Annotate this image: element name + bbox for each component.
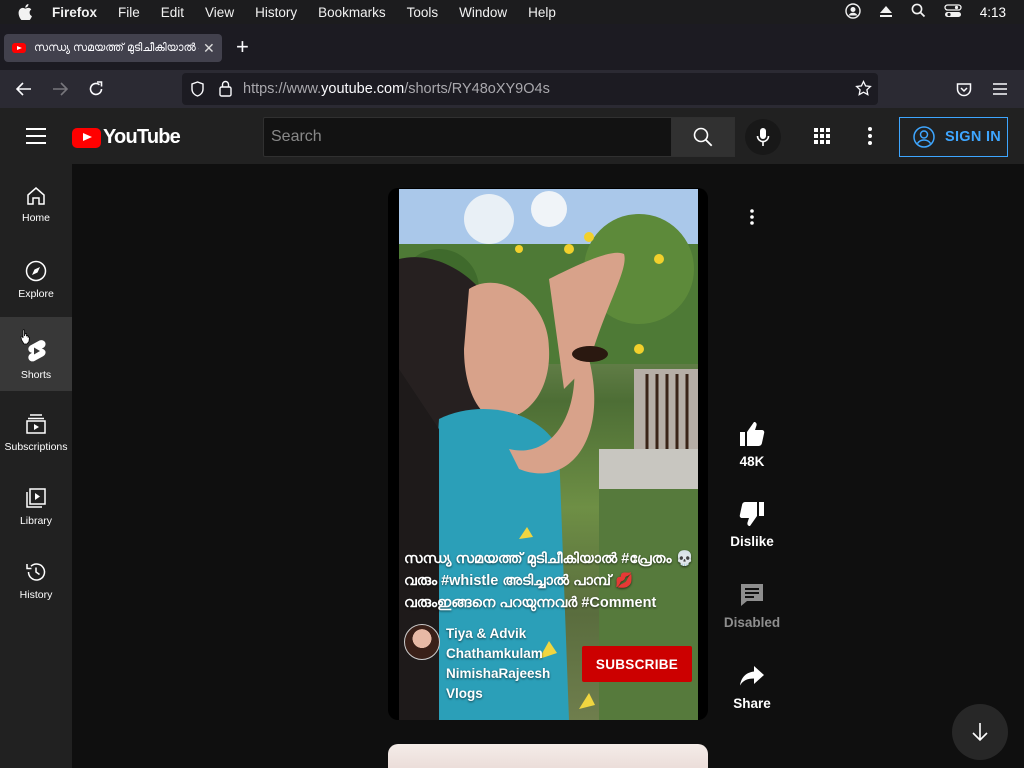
- sidebar-item-label: Home: [21, 212, 50, 224]
- sidebar-item-library[interactable]: Library: [0, 465, 72, 539]
- apple-icon[interactable]: [18, 4, 36, 20]
- control-center-icon[interactable]: [944, 3, 962, 21]
- tab-youtube-short[interactable]: സന്ധ്യ സമയത്ത് മുടിചീകിയാൽ # ✕: [4, 34, 222, 62]
- sidebar-item-subscriptions[interactable]: Subscriptions: [0, 391, 72, 465]
- sidebar-item-label: Library: [19, 515, 53, 527]
- sidebar-item-shorts[interactable]: Shorts: [0, 317, 72, 391]
- app-menu-hamburger-icon[interactable]: [989, 78, 1011, 100]
- account-circle-icon: [913, 126, 935, 148]
- menu-view[interactable]: View: [205, 5, 234, 20]
- compass-icon: [25, 260, 47, 282]
- voice-search-button[interactable]: [745, 119, 781, 155]
- share-button[interactable]: Share: [722, 662, 782, 711]
- next-short-button[interactable]: [952, 704, 1008, 760]
- menu-history[interactable]: History: [255, 5, 297, 20]
- youtube-header: YouTube SIGN IN: [0, 108, 1024, 164]
- guide-menu-icon[interactable]: [26, 128, 46, 149]
- sidebar-item-label: History: [19, 589, 53, 601]
- bookmark-star-icon[interactable]: [855, 79, 872, 102]
- thumbs-up-icon: [740, 422, 765, 446]
- search-button[interactable]: [671, 117, 735, 157]
- dislike-button[interactable]: Dislike: [722, 500, 782, 549]
- tracking-protection-shield-icon[interactable]: [190, 81, 205, 102]
- search-input[interactable]: [264, 118, 671, 156]
- menubar-clock[interactable]: 4:13: [980, 5, 1006, 20]
- menu-window[interactable]: Window: [459, 5, 507, 20]
- tab-close-icon[interactable]: ✕: [203, 40, 215, 57]
- url-bar[interactable]: https://www.youtube.com/shorts/RY48oXY9O…: [182, 73, 878, 105]
- tab-title: സന്ധ്യ സമയത്ത് മുടിചീകിയാൽ #: [34, 41, 199, 54]
- comments-disabled-label: Disabled: [723, 615, 781, 630]
- subscribe-button[interactable]: SUBSCRIBE: [582, 646, 692, 682]
- user-account-icon[interactable]: [845, 2, 861, 22]
- menu-app-name[interactable]: Firefox: [52, 5, 97, 20]
- next-short-preview[interactable]: [388, 744, 708, 768]
- history-icon: [26, 563, 46, 581]
- youtube-logo-text: YouTube: [103, 126, 181, 148]
- navigation-bar: https://www.youtube.com/shorts/RY48oXY9O…: [0, 70, 1024, 108]
- menu-tools[interactable]: Tools: [407, 5, 439, 20]
- url-text[interactable]: https://www.youtube.com/shorts/RY48oXY9O…: [243, 81, 550, 97]
- menu-help[interactable]: Help: [528, 5, 556, 20]
- sign-in-label: SIGN IN: [945, 129, 1002, 145]
- short-caption[interactable]: സന്ധ്യ സമയത്ത് മുടിചീകിയാൽ #പ്രേതം 💀 വരു…: [404, 548, 694, 614]
- sign-in-button[interactable]: SIGN IN: [899, 117, 1008, 157]
- mini-guide-sidebar: Home Explore Shorts Subscriptions Librar…: [0, 164, 72, 768]
- sidebar-item-label: Explore: [18, 288, 54, 300]
- menu-edit[interactable]: Edit: [161, 5, 184, 20]
- back-arrow-icon[interactable]: [13, 78, 35, 100]
- youtube-logo[interactable]: YouTube: [72, 126, 181, 149]
- dislike-label: Dislike: [730, 534, 774, 549]
- home-icon: [27, 187, 45, 205]
- search-box[interactable]: [263, 117, 672, 157]
- spotlight-search-icon[interactable]: [911, 3, 926, 21]
- microphone-icon: [756, 128, 770, 146]
- comment-icon: [741, 584, 763, 606]
- eject-icon[interactable]: [879, 4, 893, 21]
- library-icon: [26, 488, 46, 508]
- lock-icon[interactable]: [219, 80, 232, 102]
- search-icon: [693, 127, 713, 147]
- sidebar-item-label: Shorts: [20, 369, 52, 381]
- share-label: Share: [733, 696, 771, 711]
- sidebar-item-home[interactable]: Home: [0, 164, 72, 238]
- channel-info[interactable]: Tiya & Advik Chathamkulam NimishaRajeesh…: [404, 624, 566, 704]
- short-more-options-icon[interactable]: [748, 208, 756, 231]
- new-tab-icon[interactable]: +: [236, 36, 249, 58]
- channel-name[interactable]: Tiya & Advik Chathamkulam NimishaRajeesh…: [446, 624, 566, 704]
- tab-strip: സന്ധ്യ സമയത്ത് മുടിചീകിയാൽ # ✕ +: [0, 24, 1024, 70]
- youtube-play-logo-icon: [72, 127, 101, 148]
- share-arrow-icon: [740, 666, 764, 686]
- hand-cursor-icon: [20, 329, 32, 350]
- channel-avatar[interactable]: [404, 624, 440, 660]
- settings-more-vert-icon[interactable]: [866, 126, 874, 151]
- arrow-down-icon: [972, 723, 988, 742]
- subscriptions-icon: [26, 414, 46, 434]
- sidebar-item-history[interactable]: History: [0, 539, 72, 613]
- os-menubar: Firefox File Edit View History Bookmarks…: [0, 0, 1024, 24]
- pocket-icon[interactable]: [953, 78, 975, 100]
- comments-button[interactable]: Disabled: [722, 581, 782, 630]
- youtube-favicon-icon: [12, 43, 26, 53]
- sidebar-item-explore[interactable]: Explore: [0, 238, 72, 312]
- thumbs-down-icon: [739, 502, 764, 526]
- reload-icon[interactable]: [85, 78, 107, 100]
- menu-bookmarks[interactable]: Bookmarks: [318, 5, 386, 20]
- short-video-player[interactable]: സന്ധ്യ സമയത്ത് മുടിചീകിയാൽ #പ്രേതം 💀 വരു…: [388, 188, 708, 720]
- apps-grid-icon[interactable]: [813, 127, 831, 150]
- like-button[interactable]: 48K: [722, 420, 782, 469]
- sidebar-item-label: Subscriptions: [4, 441, 68, 453]
- menu-file[interactable]: File: [118, 5, 140, 20]
- like-count: 48K: [739, 454, 765, 469]
- forward-arrow-icon[interactable]: [49, 78, 71, 100]
